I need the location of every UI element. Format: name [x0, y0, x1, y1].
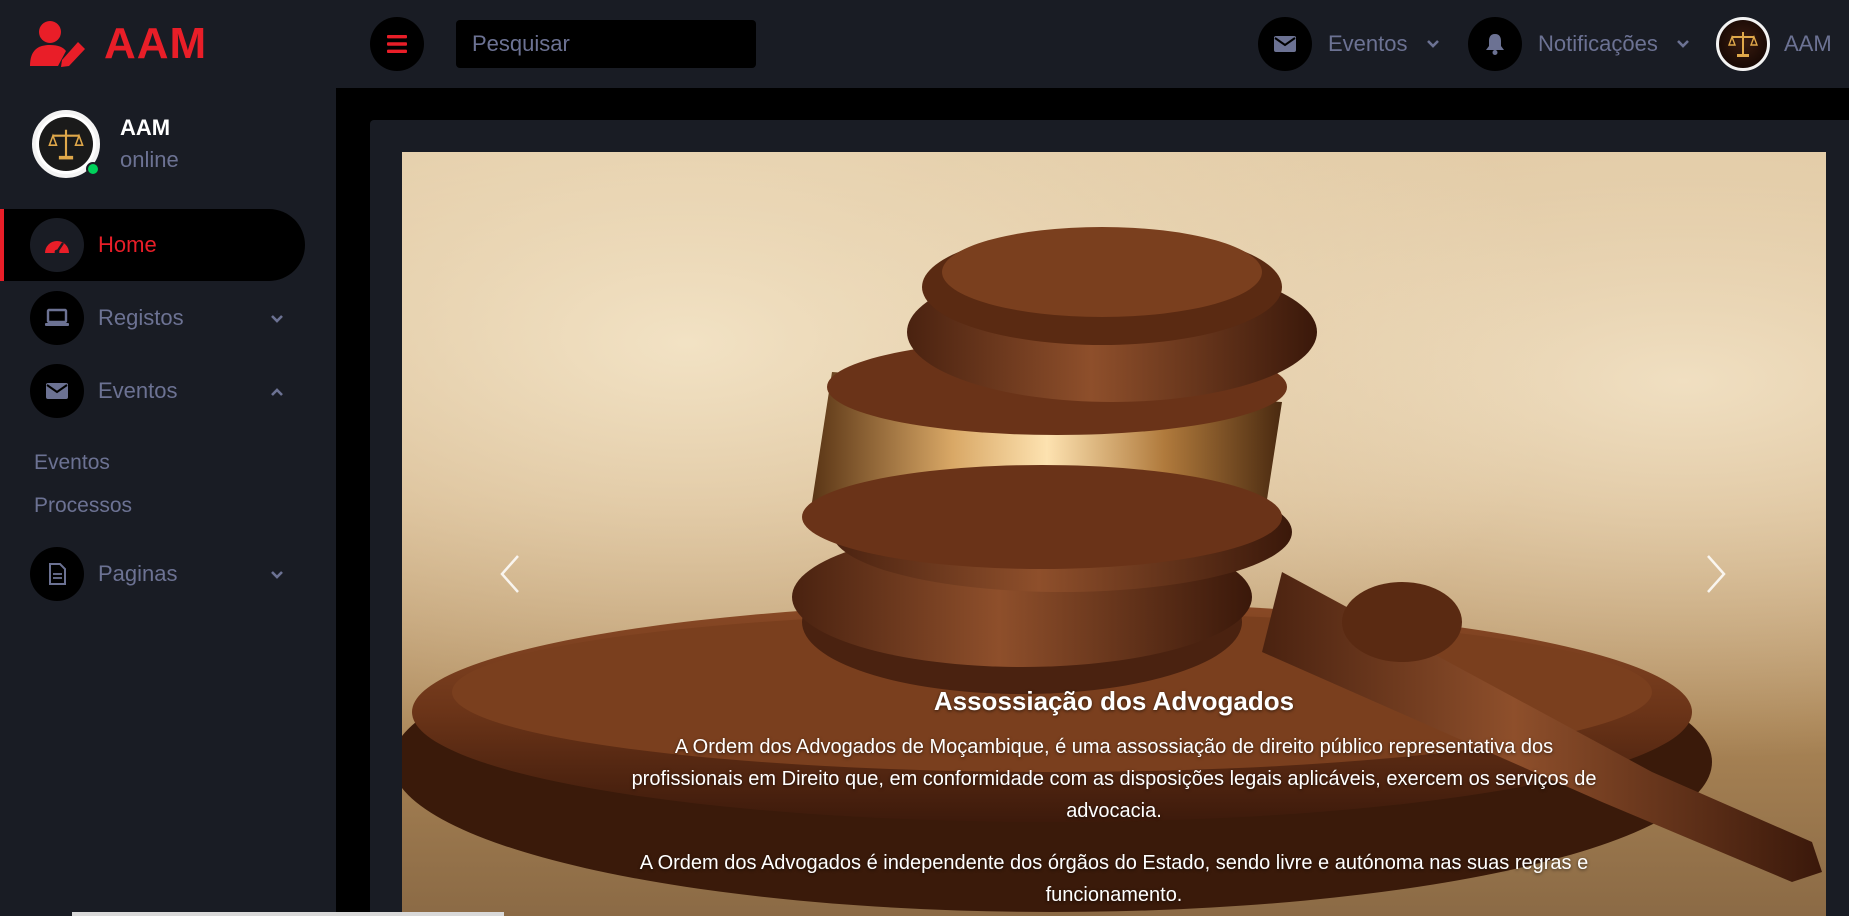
chevron-down-icon: [271, 315, 283, 323]
caption-paragraph: A Ordem dos Advogados de Moçambique, é u…: [631, 736, 1597, 822]
online-status-indicator: [86, 162, 100, 176]
user-name: AAM: [1784, 31, 1832, 56]
speedometer-icon: [30, 218, 84, 272]
sidebar-subitem-processos[interactable]: Processos: [34, 494, 132, 518]
bell-icon: [1468, 17, 1522, 71]
sidebar-subitem-eventos[interactable]: Eventos: [34, 451, 110, 475]
envelope-icon: [1258, 17, 1312, 71]
envelope-icon: [30, 364, 84, 418]
carousel-prev-button[interactable]: [490, 544, 530, 604]
laptop-icon: [30, 291, 84, 345]
profile-status: online: [120, 147, 179, 172]
brand-name: AAM: [104, 19, 208, 68]
sidebar-item-registos[interactable]: Registos: [0, 282, 305, 354]
sidebar-item-label: Paginas: [98, 561, 178, 586]
sidebar-item-paginas[interactable]: Paginas: [0, 538, 305, 610]
carousel-caption: Assossiação dos Advogados A Ordem dos Ad…: [614, 686, 1614, 916]
chevron-left-icon: [500, 555, 519, 593]
chevron-up-icon: [271, 388, 283, 396]
caption-paragraph: A Ordem dos Advogados é independente dos…: [639, 852, 1589, 906]
image-carousel[interactable]: Assossiação dos Advogados A Ordem dos Ad…: [402, 152, 1826, 916]
sidebar-item-label: Home: [98, 232, 157, 257]
profile-name: AAM: [120, 115, 171, 140]
events-dropdown[interactable]: Eventos: [1258, 17, 1440, 71]
scales-of-justice-icon: [1727, 32, 1759, 57]
hamburger-icon: [387, 35, 407, 53]
caption-title: Assossiação dos Advogados: [933, 686, 1295, 716]
chevron-down-icon: [271, 571, 283, 579]
chevron-down-icon: [1676, 40, 1689, 48]
sidebar-item-home[interactable]: Home: [0, 209, 305, 281]
notifications-dropdown[interactable]: Notificações: [1468, 17, 1690, 71]
top-navbar: AAM Eventos Notificações: [0, 0, 1849, 88]
notifications-label: Notificações: [1538, 31, 1658, 56]
user-edit-icon: [30, 21, 85, 67]
chevron-right-icon: [1707, 555, 1726, 593]
sidebar-item-label: Registos: [98, 305, 184, 330]
search-input[interactable]: [456, 20, 756, 68]
sidebar: AAM online Home Registos Eventos Eventos…: [0, 88, 336, 916]
sidebar-profile[interactable]: AAM online: [32, 110, 179, 178]
events-label: Eventos: [1328, 31, 1408, 56]
sidebar-item-label: Eventos: [98, 378, 178, 403]
user-profile-dropdown[interactable]: AAM: [1716, 17, 1832, 71]
sidebar-item-eventos[interactable]: Eventos: [0, 355, 305, 427]
menu-toggle-button[interactable]: [370, 17, 424, 71]
scales-of-justice-icon: [48, 129, 84, 160]
file-document-icon: [30, 547, 84, 601]
brand-logo[interactable]: AAM: [30, 18, 207, 70]
chevron-down-icon: [1426, 40, 1439, 48]
horizontal-scrollbar[interactable]: [72, 912, 504, 916]
avatar: [1716, 17, 1770, 71]
carousel-next-button[interactable]: [1696, 544, 1736, 604]
